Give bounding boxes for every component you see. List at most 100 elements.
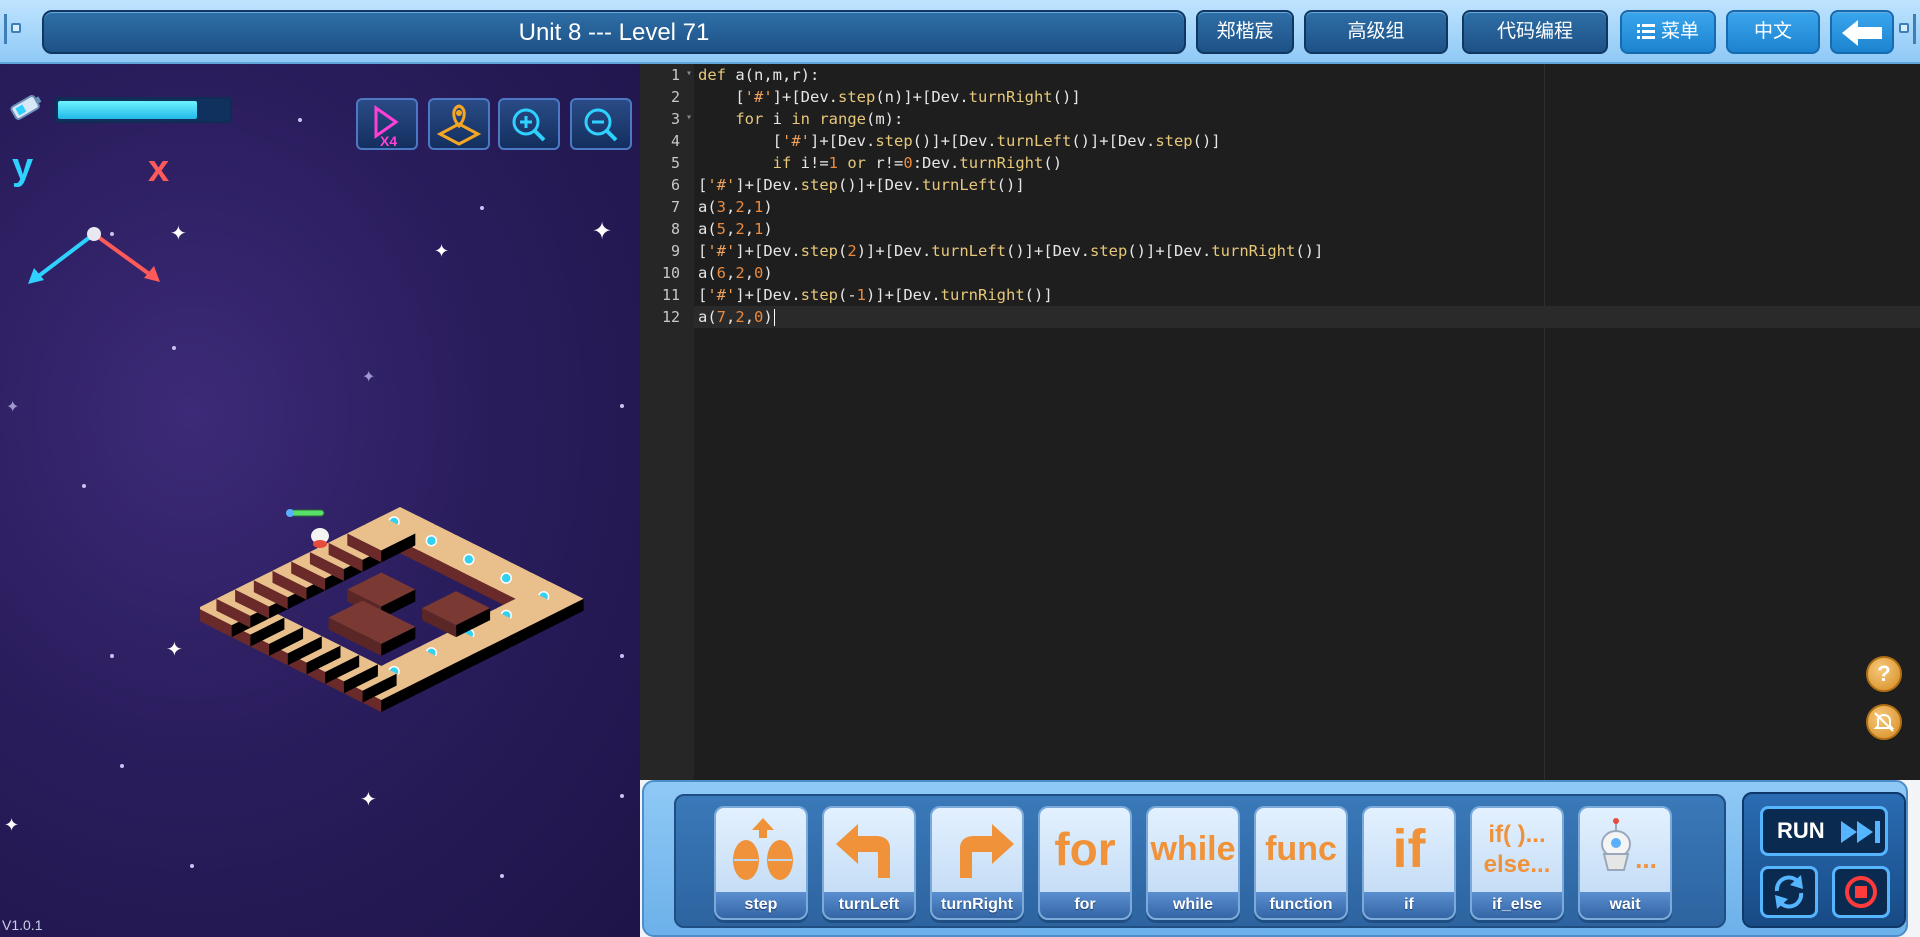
back-arrow-icon — [1842, 20, 1882, 46]
block-wait[interactable]: ... wait — [1578, 806, 1672, 920]
code-line[interactable]: ['#']+[Dev.step(n)]+[Dev.turnRight()] — [698, 86, 1080, 108]
version-label: V1.0.1 — [2, 917, 43, 933]
map-pin-icon — [436, 104, 482, 146]
block-turn-left[interactable]: turnLeft — [822, 806, 916, 920]
code-line[interactable]: a(5,2,1) — [698, 218, 773, 240]
block-if-else[interactable]: if( )... else... if_else — [1470, 806, 1564, 920]
run-button[interactable]: RUN — [1760, 806, 1888, 856]
fold-marker[interactable]: ▾ — [686, 112, 694, 123]
axis-x-label: x — [148, 148, 170, 190]
zoom-out-icon — [584, 108, 618, 142]
block-for[interactable]: for for — [1038, 806, 1132, 920]
block-label: for — [1040, 892, 1130, 918]
board-tiles — [200, 507, 584, 712]
star-decoration: ✦ — [4, 815, 20, 835]
line-number: 12 — [661, 308, 680, 326]
level-title-box: Unit 8 --- Level 71 — [42, 10, 1186, 54]
run-panel: RUN — [1742, 792, 1906, 928]
line-number-gutter: 1 2 3 4 5 6 7 8 9 10 11 12 ▾ ▾ — [640, 64, 694, 780]
line-number: 4 — [670, 132, 680, 150]
fold-marker[interactable]: ▾ — [686, 68, 694, 79]
rail-dot — [11, 23, 21, 33]
line-number: 5 — [670, 154, 680, 172]
game-viewport[interactable]: ✦ ✦ ✦ ✦ ✦ ✦ ✦ ✦ ✦ X4 — [0, 64, 640, 937]
stop-icon — [1845, 876, 1877, 908]
star-decoration: ✦ — [592, 218, 613, 245]
stop-button[interactable] — [1832, 866, 1890, 918]
code-line[interactable]: ['#']+[Dev.step(2)]+[Dev.turnLeft()]+[De… — [698, 240, 1323, 262]
menu-button[interactable]: 菜单 — [1620, 10, 1716, 54]
block-art-text: if — [1392, 819, 1426, 879]
active-line-highlight — [694, 306, 1920, 328]
crystal-gem-icon — [425, 534, 438, 547]
star-dot — [82, 484, 86, 488]
speed-x4-button[interactable]: X4 — [356, 98, 418, 150]
code-line[interactable]: ['#']+[Dev.step(-1)]+[Dev.turnRight()] — [698, 284, 1053, 306]
block-while[interactable]: while while — [1146, 806, 1240, 920]
code-text-area[interactable]: def a(n,m,r): ['#']+[Dev.step(n)]+[Dev.t… — [694, 64, 1920, 780]
block-label: turnLeft — [824, 892, 914, 918]
block-label: if — [1364, 892, 1454, 918]
code-editor[interactable]: 1 2 3 4 5 6 7 8 9 10 11 12 ▾ ▾ def a(n,m… — [640, 64, 1920, 780]
energy-bar — [54, 97, 232, 123]
line-number: 6 — [670, 176, 680, 194]
text-cursor — [773, 309, 775, 326]
code-line[interactable]: a(3,2,1) — [698, 196, 773, 218]
code-line[interactable]: if i!=1 or r!=0:Dev.turnRight() — [698, 152, 1062, 174]
turn-left-arrow-icon — [836, 824, 890, 878]
turn-right-arrow-icon — [960, 824, 1014, 878]
zoom-out-button[interactable] — [570, 98, 632, 150]
block-step[interactable]: step — [714, 806, 808, 920]
energy-bar-fill — [58, 101, 198, 119]
speed-label: X4 — [380, 133, 397, 148]
block-label: turnRight — [932, 892, 1022, 918]
line-number: 8 — [670, 220, 680, 238]
line-number: 9 — [670, 242, 680, 260]
star-decoration: ✦ — [434, 241, 450, 261]
block-art-text: for — [1054, 823, 1116, 875]
star-dot — [172, 346, 176, 350]
battery-icon — [10, 95, 42, 120]
mode-label: 代码编程 — [1496, 21, 1573, 42]
speed-x4-icon: X4 — [374, 105, 399, 149]
user-name-button[interactable]: 郑楷宸 — [1196, 10, 1294, 54]
right-rail — [1899, 14, 1916, 44]
block-turn-right[interactable]: turnRight — [930, 806, 1024, 920]
star-dot — [298, 118, 302, 122]
map-button[interactable] — [428, 98, 490, 150]
step-footprints-icon — [733, 818, 793, 880]
star-dot — [500, 874, 504, 878]
mute-button[interactable] — [1866, 704, 1902, 740]
menu-label: 菜单 — [1660, 21, 1699, 42]
mode-button[interactable]: 代码编程 — [1462, 10, 1608, 54]
block-function[interactable]: func function — [1254, 806, 1348, 920]
star-dot — [120, 764, 124, 768]
line-number: 3 — [670, 110, 680, 128]
group-button[interactable]: 高级组 — [1304, 10, 1448, 54]
block-if[interactable]: if if — [1362, 806, 1456, 920]
code-line[interactable]: def a(n,m,r): — [698, 64, 819, 86]
code-line[interactable]: for i in range(m): — [698, 108, 903, 130]
code-line[interactable]: ['#']+[Dev.step()]+[Dev.turnLeft()]+[Dev… — [698, 130, 1221, 152]
block-art-text: if( )... else... — [1483, 821, 1551, 878]
language-label: 中文 — [1753, 21, 1792, 42]
level-title: Unit 8 --- Level 71 — [518, 19, 710, 46]
code-line[interactable]: a(6,2,0) — [698, 262, 773, 284]
block-label: function — [1256, 892, 1346, 918]
help-button[interactable]: ? — [1866, 656, 1902, 692]
star-decoration: ✦ — [6, 399, 20, 416]
code-line[interactable]: ['#']+[Dev.step()]+[Dev.turnLeft()] — [698, 174, 1025, 196]
zoom-in-icon — [512, 108, 546, 142]
top-bar: Unit 8 --- Level 71 郑楷宸 高级组 代码编程 菜单 中文 — [0, 0, 1920, 64]
back-button[interactable] — [1830, 10, 1894, 54]
code-line[interactable]: a(7,2,0) — [698, 306, 775, 328]
toolbox-frame: step turnLeft turnRight for for while wh… — [642, 780, 1908, 937]
line-number: 1 — [670, 66, 680, 84]
zoom-in-button[interactable] — [498, 98, 560, 150]
list-icon — [1636, 21, 1655, 42]
language-button[interactable]: 中文 — [1726, 10, 1820, 54]
star-dot — [620, 404, 624, 408]
reset-button[interactable] — [1760, 866, 1818, 918]
crystal-gem-icon — [500, 572, 512, 584]
print-margin — [1544, 64, 1545, 780]
